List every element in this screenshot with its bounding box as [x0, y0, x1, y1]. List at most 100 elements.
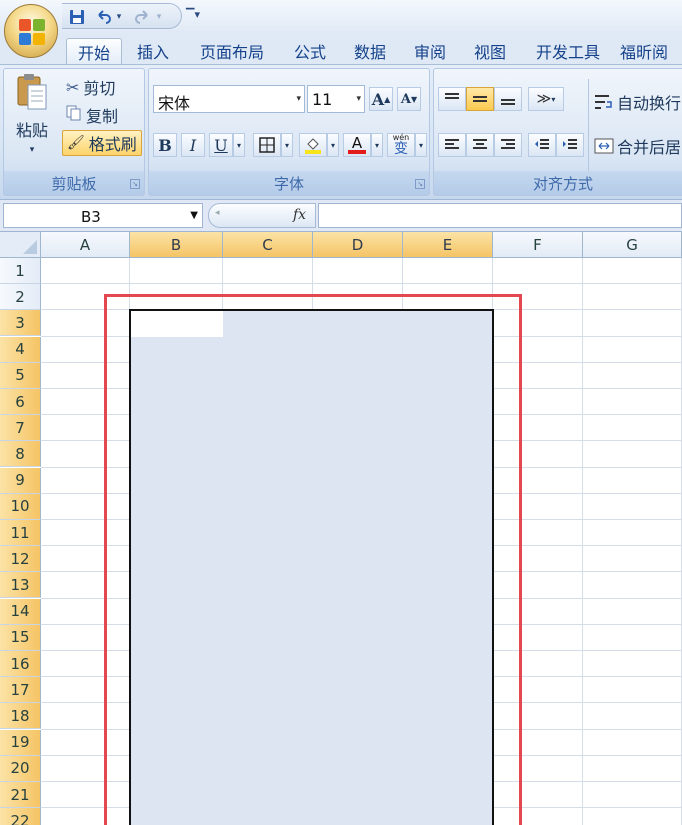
- font-name-dropdown-icon[interactable]: ▾: [296, 94, 301, 104]
- align-right-button[interactable]: [494, 133, 522, 157]
- row-header-13[interactable]: 13: [0, 572, 41, 599]
- clipboard-launcher-icon[interactable]: ↘: [130, 179, 140, 189]
- shrink-font-label: A: [400, 91, 411, 107]
- align-middle-button[interactable]: [466, 87, 494, 111]
- column-header-a[interactable]: A: [41, 232, 130, 258]
- customize-icon[interactable]: ▔▾: [186, 8, 200, 21]
- ribbon-tabs: 开始 插入 页面布局 公式 数据 审阅 视图 开发工具 福昕阅: [0, 34, 682, 64]
- row-header-6[interactable]: 6: [0, 389, 41, 415]
- column-header-b[interactable]: B: [130, 232, 223, 258]
- bold-button[interactable]: B: [153, 133, 177, 157]
- row-header-2[interactable]: 2: [0, 284, 41, 311]
- format-painter-button[interactable]: 🖌 格式刷: [62, 130, 142, 156]
- column-header-d[interactable]: D: [313, 232, 403, 258]
- orientation-icon: ≫: [536, 91, 552, 107]
- tab-page-layout[interactable]: 页面布局: [190, 38, 274, 64]
- tab-insert[interactable]: 插入: [128, 38, 178, 64]
- align-center-icon: [473, 139, 487, 149]
- decrease-indent-button[interactable]: [528, 133, 556, 157]
- merge-center-button[interactable]: 合并后居: [594, 133, 681, 159]
- tab-developer[interactable]: 开发工具: [526, 38, 610, 64]
- row-header-22[interactable]: 22: [0, 808, 41, 825]
- row-header-4[interactable]: 4: [0, 336, 41, 363]
- row-header-20[interactable]: 20: [0, 755, 41, 782]
- font-color-dropdown-icon[interactable]: ▾: [371, 133, 383, 157]
- row-header-12[interactable]: 12: [0, 546, 41, 573]
- orientation-button[interactable]: ≫ ▾: [528, 87, 564, 111]
- font-color-button[interactable]: A: [343, 133, 371, 157]
- phonetic-dropdown-icon[interactable]: ▾: [415, 133, 427, 157]
- tab-foxit[interactable]: 福昕阅: [620, 38, 682, 64]
- align-center-button[interactable]: [466, 133, 494, 157]
- wrap-text-icon: [595, 95, 612, 109]
- underline-button[interactable]: U: [209, 133, 233, 157]
- row-header-21[interactable]: 21: [0, 782, 41, 808]
- tab-formulas[interactable]: 公式: [284, 38, 336, 64]
- office-button[interactable]: [4, 4, 58, 58]
- row-header-5[interactable]: 5: [0, 362, 41, 389]
- column-header-f[interactable]: F: [493, 232, 583, 258]
- row-header-14[interactable]: 14: [0, 598, 41, 625]
- tab-review[interactable]: 审阅: [404, 38, 456, 64]
- borders-button[interactable]: [253, 133, 281, 157]
- row-header-16[interactable]: 16: [0, 651, 41, 677]
- shrink-font-button[interactable]: A ▼: [397, 87, 421, 111]
- align-bottom-button[interactable]: [494, 87, 522, 111]
- copy-icon: [66, 105, 82, 125]
- font-size-select[interactable]: 11 ▾: [307, 85, 365, 113]
- font-name-select[interactable]: 宋体 ▾: [153, 85, 305, 113]
- cut-button[interactable]: ✂ 剪切: [66, 75, 115, 99]
- grow-font-button[interactable]: A ▲: [369, 87, 393, 111]
- underline-dropdown-icon[interactable]: ▾: [233, 133, 245, 157]
- row-header-9[interactable]: 9: [0, 467, 41, 494]
- align-top-button[interactable]: [438, 87, 466, 111]
- clipboard-group-label: 剪贴板: [4, 171, 144, 195]
- column-header-e[interactable]: E: [403, 232, 493, 258]
- fill-color-button[interactable]: [299, 133, 327, 157]
- copy-button[interactable]: 复制: [66, 103, 118, 127]
- orientation-dropdown-icon: ▾: [551, 94, 556, 104]
- undo-dropdown-icon[interactable]: ▾: [114, 7, 124, 27]
- wrap-text-button[interactable]: 自动换行: [594, 89, 681, 115]
- alignment-group: ≫ ▾ 自动换行 合并后居 对齐方式: [433, 68, 682, 196]
- row-header-8[interactable]: 8: [0, 441, 41, 468]
- italic-button[interactable]: I: [181, 133, 205, 157]
- decrease-indent-icon: [535, 139, 549, 149]
- tab-data[interactable]: 数据: [344, 38, 396, 64]
- phonetic-button[interactable]: wén 变: [387, 133, 415, 157]
- row-header-17[interactable]: 17: [0, 677, 41, 704]
- paste-button[interactable]: 粘贴 ▾: [10, 73, 54, 167]
- tab-home[interactable]: 开始: [66, 38, 122, 64]
- row-header-10[interactable]: 10: [0, 493, 41, 520]
- insert-function-button[interactable]: fx: [293, 207, 306, 223]
- paste-dropdown-icon: ▾: [29, 145, 35, 155]
- fill-color-dropdown-icon[interactable]: ▾: [327, 133, 339, 157]
- borders-dropdown-icon[interactable]: ▾: [281, 133, 293, 157]
- align-bottom-icon: [501, 99, 515, 105]
- redo-icon[interactable]: [132, 7, 154, 27]
- select-all-button[interactable]: [0, 232, 41, 258]
- increase-indent-button[interactable]: [556, 133, 584, 157]
- name-box-dropdown-icon[interactable]: ▼: [190, 210, 198, 221]
- font-size-dropdown-icon[interactable]: ▾: [356, 94, 361, 104]
- row-header-7[interactable]: 7: [0, 415, 41, 442]
- row-header-18[interactable]: 18: [0, 703, 41, 730]
- formula-bar: B3 ▼ ◂ fx: [0, 200, 682, 232]
- formula-input[interactable]: [318, 203, 682, 228]
- undo-icon[interactable]: [92, 7, 114, 27]
- column-header-g[interactable]: G: [583, 232, 682, 258]
- row-header-1[interactable]: 1: [0, 258, 41, 284]
- gridline-vertical: [582, 258, 583, 825]
- align-left-button[interactable]: [438, 133, 466, 157]
- name-box[interactable]: B3 ▼: [3, 203, 203, 228]
- column-header-c[interactable]: C: [223, 232, 313, 258]
- row-header-15[interactable]: 15: [0, 624, 41, 651]
- row-header-19[interactable]: 19: [0, 729, 41, 756]
- tab-view[interactable]: 视图: [464, 38, 516, 64]
- save-icon[interactable]: [66, 7, 88, 27]
- font-launcher-icon[interactable]: ↘: [415, 179, 425, 189]
- row-header-3[interactable]: 3: [0, 310, 41, 337]
- redo-dropdown-icon[interactable]: ▾: [154, 7, 164, 27]
- font-name-value: 宋体: [158, 94, 191, 113]
- row-header-11[interactable]: 11: [0, 520, 41, 546]
